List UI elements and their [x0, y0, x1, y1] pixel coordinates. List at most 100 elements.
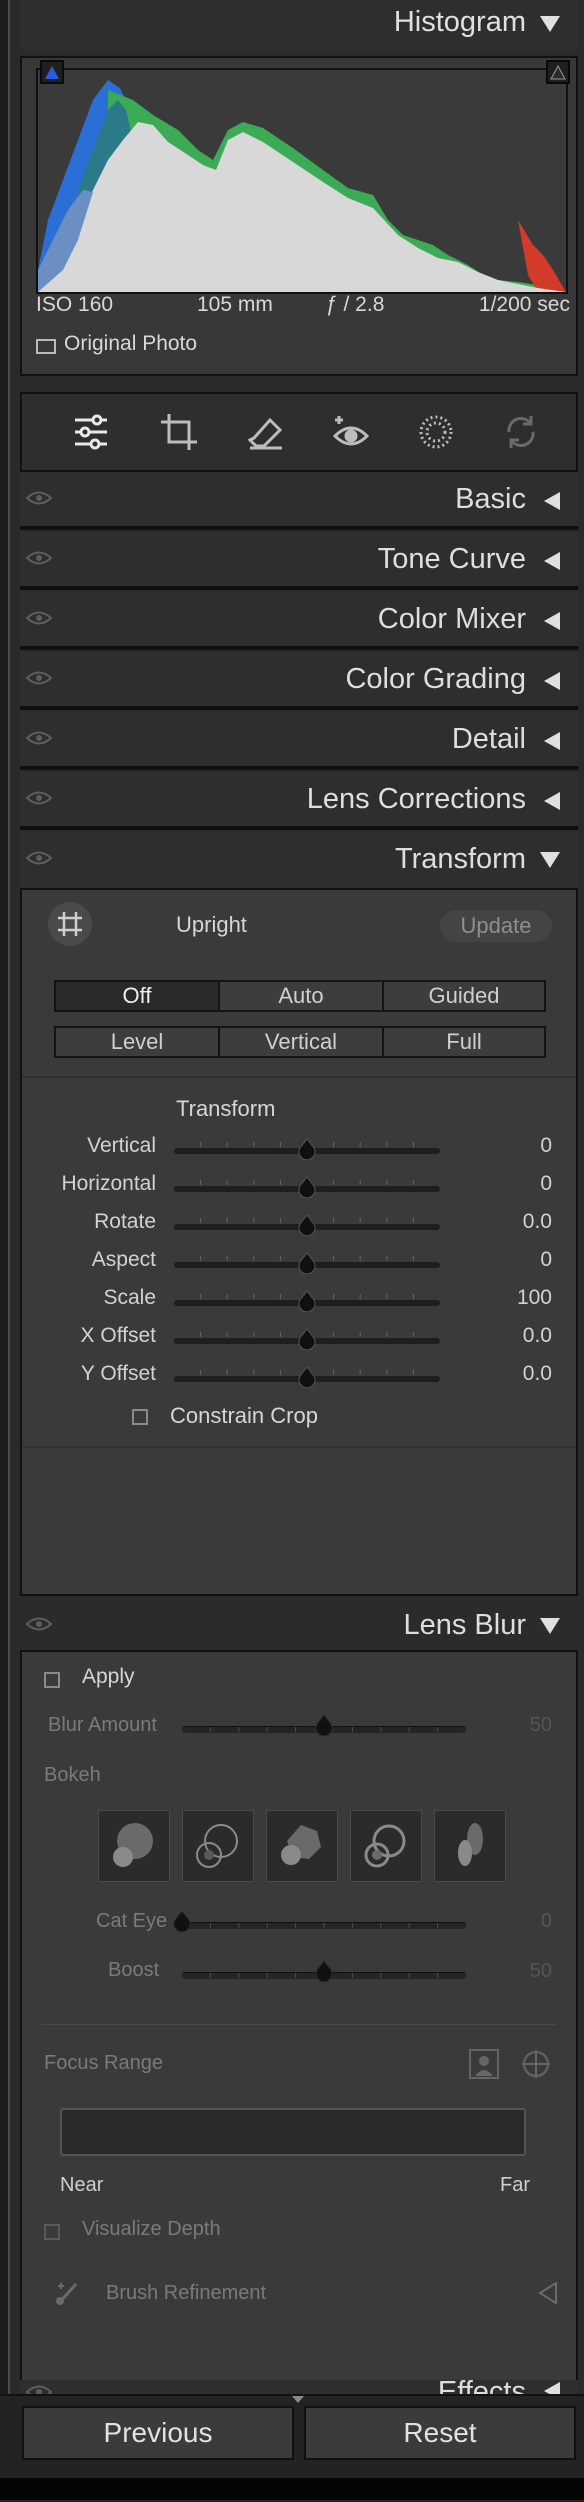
- visibility-eye-icon[interactable]: [26, 730, 52, 746]
- edit-sliders-icon[interactable]: [67, 408, 115, 456]
- bokeh-label: Bokeh: [44, 1764, 101, 1786]
- bokeh-circle-button[interactable]: [98, 1810, 170, 1882]
- expand-triangle-icon[interactable]: [544, 492, 560, 510]
- slider-thumb[interactable]: [297, 1366, 317, 1388]
- panel-header-transform[interactable]: Transform: [20, 832, 578, 888]
- crop-icon[interactable]: [155, 408, 203, 456]
- upright-crop-icon[interactable]: [48, 902, 92, 946]
- exif-focal-length: 105 mm: [197, 293, 273, 316]
- edit-toolbar: [20, 392, 578, 472]
- masking-icon[interactable]: [412, 408, 460, 456]
- panel-title: Lens Corrections: [306, 783, 526, 815]
- expand-triangle-icon[interactable]: [544, 672, 560, 690]
- collapse-triangle-icon[interactable]: [540, 1618, 560, 1634]
- transform-slider-row: Scale 100: [22, 1286, 576, 1322]
- brush-icon[interactable]: [54, 2280, 80, 2306]
- slider-thumb[interactable]: [297, 1214, 317, 1236]
- panel-header-color-grading[interactable]: Color Grading: [20, 652, 578, 710]
- visibility-eye-icon[interactable]: [26, 610, 52, 626]
- histogram-header[interactable]: Histogram: [20, 0, 578, 50]
- slider-thumb[interactable]: [297, 1252, 317, 1274]
- visibility-eye-icon[interactable]: [26, 850, 52, 866]
- expand-triangle-icon[interactable]: [544, 792, 560, 810]
- focus-range-bar[interactable]: [60, 2108, 526, 2156]
- upright-auto-button[interactable]: Auto: [218, 980, 384, 1012]
- expand-triangle-icon[interactable]: [544, 552, 560, 570]
- slider-thumb[interactable]: [297, 1176, 317, 1198]
- transform-section-title: Transform: [176, 1096, 276, 1121]
- upright-off-button[interactable]: Off: [54, 980, 220, 1012]
- red-eye-icon[interactable]: [327, 408, 375, 456]
- visibility-eye-icon[interactable]: [26, 790, 52, 806]
- apply-label: Apply: [82, 1665, 135, 1688]
- exif-aperture: ƒ / 2.8: [326, 293, 385, 316]
- transform-panel: Upright Update Off Auto Guided Level Ver…: [20, 888, 578, 1596]
- panel-header-tone-curve[interactable]: Tone Curve: [20, 532, 578, 590]
- apply-checkbox[interactable]: [44, 1672, 60, 1688]
- lens-blur-panel: Apply Blur Amount 50 Bokeh Cat Eye 0 Boo…: [20, 1650, 578, 2380]
- collapse-triangle-icon[interactable]: [540, 16, 560, 32]
- focus-range-label: Focus Range: [44, 2052, 163, 2074]
- expand-triangle-icon[interactable]: [544, 732, 560, 750]
- bokeh-cat-eye-button[interactable]: [434, 1810, 506, 1882]
- boost-thumb[interactable]: [314, 1960, 334, 1982]
- visibility-eye-icon[interactable]: [26, 550, 52, 566]
- histogram-title: Histogram: [393, 6, 526, 38]
- exif-shutter: 1/200 sec: [478, 293, 570, 316]
- reset-button[interactable]: Reset: [304, 2406, 576, 2460]
- blur-amount-thumb[interactable]: [314, 1714, 334, 1736]
- slider-label: Aspect: [91, 1248, 156, 1271]
- healing-eraser-icon[interactable]: [242, 408, 290, 456]
- visibility-eye-icon[interactable]: [26, 1616, 52, 1632]
- visualize-depth-checkbox[interactable]: [44, 2224, 60, 2240]
- transform-slider-row: Aspect 0: [22, 1248, 576, 1284]
- divider: [22, 1446, 576, 1448]
- panel-header-lens-corrections[interactable]: Lens Corrections: [20, 772, 578, 830]
- panel-header-detail[interactable]: Detail: [20, 712, 578, 770]
- bottom-edge: [0, 2478, 584, 2500]
- visibility-eye-icon[interactable]: [26, 490, 52, 506]
- panel-header-color-mixer[interactable]: Color Mixer: [20, 592, 578, 650]
- constrain-crop-label: Constrain Crop: [170, 1403, 318, 1428]
- upright-level-button[interactable]: Level: [54, 1026, 220, 1058]
- expand-triangle-icon[interactable]: [544, 612, 560, 630]
- point-focus-icon[interactable]: [520, 2048, 552, 2080]
- slider-value[interactable]: 0.0: [523, 1324, 552, 1348]
- bokeh-bubble-button[interactable]: [182, 1810, 254, 1882]
- upright-full-button[interactable]: Full: [382, 1026, 546, 1058]
- constrain-crop-checkbox[interactable]: [132, 1409, 148, 1425]
- bokeh-ring-button[interactable]: [350, 1810, 422, 1882]
- brush-refinement-label: Brush Refinement: [106, 2282, 267, 2304]
- slider-value[interactable]: 0: [540, 1172, 552, 1196]
- panel-title: Lens Blur: [403, 1609, 526, 1641]
- transform-slider-row: Y Offset 0.0: [22, 1362, 576, 1398]
- expand-triangle-icon[interactable]: [538, 2282, 558, 2304]
- bokeh-blade-button[interactable]: [266, 1810, 338, 1882]
- collapse-triangle-icon[interactable]: [540, 852, 560, 868]
- slider-value[interactable]: 0.0: [523, 1210, 552, 1234]
- slider-value[interactable]: 0: [540, 1134, 552, 1158]
- previous-button[interactable]: Previous: [22, 2406, 294, 2460]
- slider-value[interactable]: 0: [540, 1248, 552, 1272]
- slider-value[interactable]: 100: [517, 1286, 552, 1310]
- highlight-clipping-toggle[interactable]: [546, 60, 570, 84]
- slider-thumb[interactable]: [297, 1138, 317, 1160]
- visibility-eye-icon[interactable]: [26, 670, 52, 686]
- original-photo-checkbox[interactable]: [36, 339, 56, 354]
- slider-thumb[interactable]: [297, 1328, 317, 1350]
- visualize-depth-label: Visualize Depth: [82, 2218, 221, 2240]
- histogram-panel: ISO 160 105 mm ƒ / 2.8 1/200 sec Origina…: [20, 56, 578, 376]
- panel-header-lens-blur[interactable]: Lens Blur: [20, 1598, 578, 1652]
- cat-eye-thumb[interactable]: [172, 1910, 192, 1932]
- panel-header-basic[interactable]: Basic: [20, 472, 578, 530]
- upright-vertical-button[interactable]: Vertical: [218, 1026, 384, 1058]
- transform-slider-row: Vertical 0: [22, 1134, 576, 1170]
- upright-guided-button[interactable]: Guided: [382, 980, 546, 1012]
- slider-value[interactable]: 0.0: [523, 1362, 552, 1386]
- slider-label: Rotate: [94, 1210, 156, 1233]
- update-button[interactable]: Update: [440, 910, 552, 942]
- remix-icon[interactable]: [497, 408, 545, 456]
- shadow-clipping-toggle[interactable]: [40, 60, 64, 84]
- subject-focus-icon[interactable]: [468, 2048, 500, 2080]
- slider-thumb[interactable]: [297, 1290, 317, 1312]
